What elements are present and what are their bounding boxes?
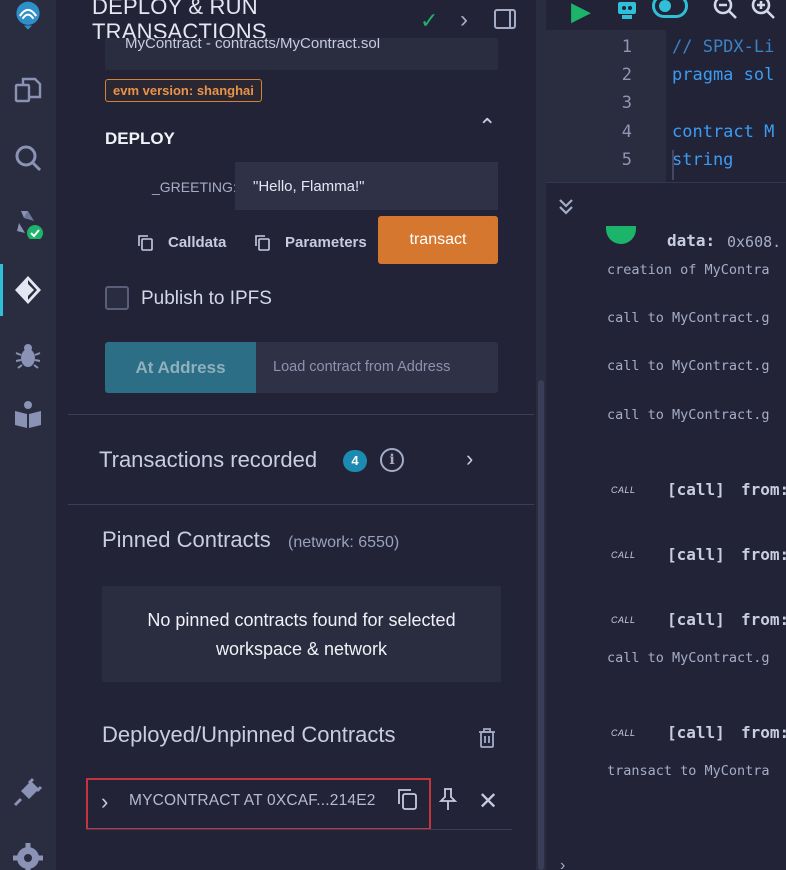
contract-select-value: MyContract - contracts/MyContract.sol <box>125 38 381 52</box>
contract-select[interactable]: MyContract - contracts/MyContract.sol <box>105 38 498 70</box>
double-chevron-down-icon[interactable] <box>556 196 576 221</box>
terminal-call-from: from: <box>741 545 786 564</box>
greeting-param-label: _GREETING: <box>152 179 237 195</box>
check-icon: ✓ <box>420 8 439 33</box>
close-icon[interactable]: ✕ <box>478 787 498 816</box>
divider <box>68 414 534 415</box>
deploy-section-label: DEPLOY <box>105 129 175 148</box>
transactions-recorded-label[interactable]: Transactions recorded <box>99 447 317 473</box>
terminal-data-value: 0x608. <box>727 233 782 251</box>
copy-address-icon[interactable] <box>396 787 418 816</box>
terminal-call-from: from: <box>741 480 786 499</box>
evm-version-badge: evm version: shanghai <box>105 79 262 102</box>
call-tag: CALL <box>611 615 636 625</box>
terminal-data-label: data: <box>667 231 716 250</box>
chevron-right-icon[interactable]: › <box>466 446 473 472</box>
panel-title-line1: DEPLOY & RUN <box>92 0 258 19</box>
terminal-call-from: from: <box>741 723 786 742</box>
chevron-right-icon[interactable]: › <box>460 6 468 34</box>
line-number: 4 <box>621 122 632 142</box>
zoom-out-icon[interactable] <box>712 0 738 25</box>
terminal-log-line[interactable]: creation of MyContra <box>607 262 770 278</box>
no-pinned-line1: No pinned contracts found for selected <box>147 610 456 630</box>
terminal-call-entry[interactable]: [call] <box>667 723 725 742</box>
calldata-button[interactable]: Calldata <box>137 231 226 253</box>
no-pinned-line2: workspace & network <box>215 639 388 659</box>
instance-name[interactable]: MYCONTRACT AT 0XCAF...214E2 (I <box>129 792 379 810</box>
terminal-call-entry[interactable]: [call] <box>667 545 725 564</box>
remix-logo-icon[interactable] <box>6 0 50 38</box>
parameters-button[interactable]: Parameters <box>254 231 367 253</box>
terminal-log-line[interactable]: call to MyContract.g <box>607 650 770 666</box>
autocompile-toggle[interactable] <box>652 0 688 18</box>
no-pinned-message: No pinned contracts found for selected w… <box>102 586 501 682</box>
deploy-run-icon[interactable] <box>10 272 46 308</box>
code-line[interactable]: string <box>672 150 733 170</box>
dock-panel-icon[interactable] <box>494 9 516 29</box>
transact-button[interactable]: transact <box>378 216 498 264</box>
chevron-up-icon[interactable]: ⌃ <box>478 114 496 140</box>
code-line[interactable]: contract M <box>672 122 774 142</box>
parameters-label: Parameters <box>285 233 367 251</box>
publish-ipfs-label: Publish to IPFS <box>141 288 272 309</box>
terminal-log-line[interactable]: call to MyContract.g <box>607 310 770 326</box>
search-icon[interactable] <box>10 140 46 176</box>
at-address-input[interactable]: Load contract from Address <box>256 342 498 393</box>
chevron-right-icon[interactable]: › <box>560 857 565 870</box>
pinned-network-label: (network: 6550) <box>288 534 400 551</box>
calldata-label: Calldata <box>168 233 227 251</box>
code-line[interactable]: // SPDX-Li <box>672 37 774 57</box>
chevron-right-icon[interactable]: › <box>101 789 108 815</box>
line-number: 2 <box>621 65 632 85</box>
active-indicator <box>0 264 3 316</box>
icon-rail <box>0 0 56 870</box>
debugger-icon[interactable] <box>10 338 46 374</box>
terminal-call-entry[interactable]: [call] <box>667 480 725 499</box>
terminal-log-line[interactable]: call to MyContract.g <box>607 358 770 374</box>
info-icon[interactable]: i <box>380 448 404 472</box>
call-tag: CALL <box>611 485 636 495</box>
deployed-contracts-label: Deployed/Unpinned Contracts <box>102 722 396 747</box>
terminal-log-line[interactable]: transact to MyContra <box>607 763 770 779</box>
line-number: 3 <box>621 93 632 113</box>
line-number: 5 <box>621 150 632 170</box>
indent-guide <box>672 150 674 180</box>
settings-gear-icon[interactable] <box>10 840 46 870</box>
at-address-button[interactable]: At Address <box>105 342 256 393</box>
robot-icon[interactable] <box>615 0 639 25</box>
terminal-log-line[interactable]: call to MyContract.g <box>607 407 770 423</box>
copy-icon <box>255 234 270 251</box>
code-line[interactable]: pragma sol <box>672 65 774 85</box>
run-play-icon[interactable]: ▶ <box>571 0 591 27</box>
divider <box>86 829 512 830</box>
line-number: 1 <box>621 37 632 57</box>
trash-icon[interactable] <box>478 728 496 753</box>
call-tag: CALL <box>611 728 636 738</box>
greeting-param-input[interactable] <box>235 162 498 210</box>
call-tag: CALL <box>611 550 636 560</box>
plugin-manager-icon[interactable] <box>10 774 46 810</box>
zoom-in-icon[interactable] <box>750 0 776 25</box>
file-explorer-icon[interactable] <box>10 72 46 108</box>
transactions-count-badge: 4 <box>343 450 367 472</box>
solidity-compiler-icon[interactable] <box>10 206 46 242</box>
publish-ipfs-checkbox[interactable] <box>105 286 129 310</box>
panel-scrollbar-thumb[interactable] <box>538 380 544 870</box>
terminal-header <box>546 182 786 232</box>
terminal-call-from: from: <box>741 610 786 629</box>
copy-icon <box>138 234 153 251</box>
learneth-icon[interactable] <box>10 396 46 432</box>
divider <box>68 504 534 505</box>
terminal-call-entry[interactable]: [call] <box>667 610 725 629</box>
pinned-contracts-label: Pinned Contracts <box>102 527 271 552</box>
pin-icon[interactable] <box>437 787 459 816</box>
